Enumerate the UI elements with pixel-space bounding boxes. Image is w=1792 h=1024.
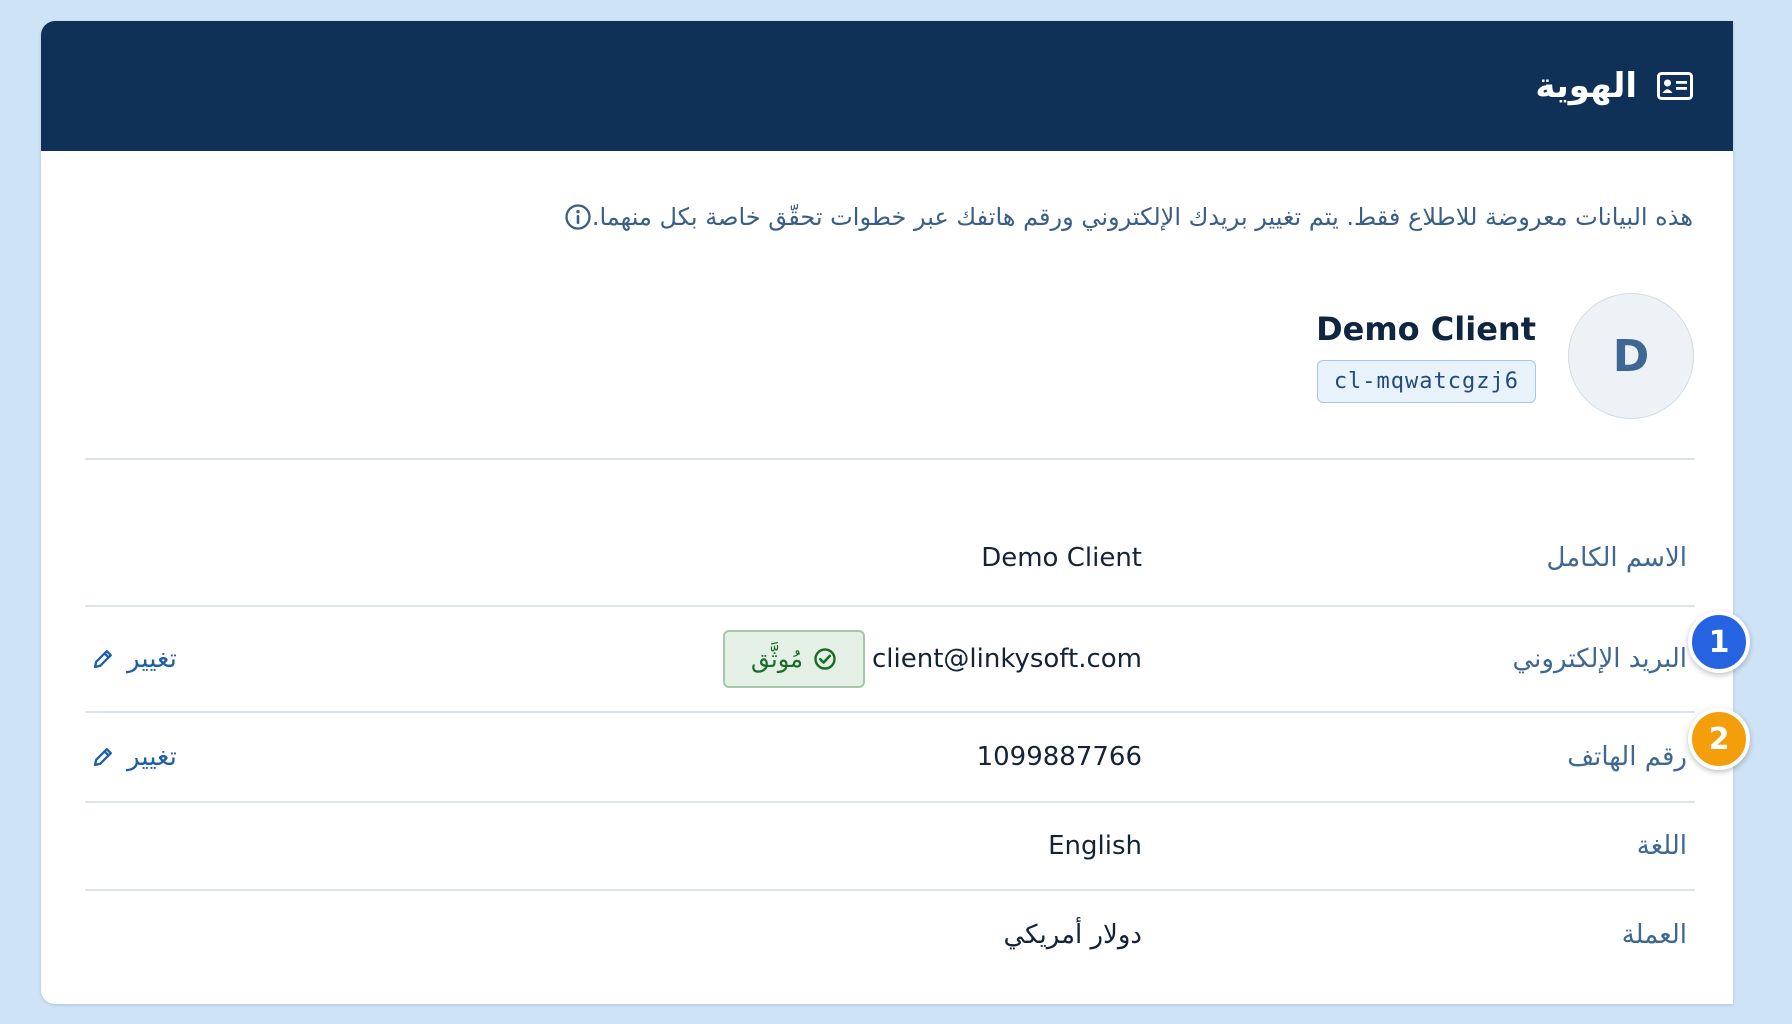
field-row-full-name: الاسم الكامل Demo Client bbox=[85, 511, 1695, 607]
profile-summary: D Demo Client cl-mqwatcgzj6 bbox=[1316, 291, 1694, 421]
field-row-currency: العملة دولار أمريكي bbox=[85, 891, 1695, 979]
info-notice: هذه البيانات معروضة للاطلاع فقط. يتم تغي… bbox=[552, 203, 1693, 231]
profile-info: Demo Client cl-mqwatcgzj6 bbox=[1316, 310, 1536, 403]
verified-label: مُوثَّق bbox=[751, 645, 803, 673]
identity-card: الهوية هذه البيانات معروضة للاطلاع فقط. … bbox=[41, 21, 1733, 1004]
step-marker-2: 2 bbox=[1688, 708, 1750, 770]
pencil-icon bbox=[93, 650, 112, 669]
verified-badge: مُوثَّق bbox=[723, 630, 865, 688]
id-card-icon bbox=[1657, 72, 1693, 100]
card-header: الهوية bbox=[41, 21, 1733, 151]
avatar: D bbox=[1568, 293, 1694, 419]
language-value: English bbox=[1048, 831, 1142, 861]
change-phone-button[interactable]: تغيير bbox=[91, 742, 177, 772]
divider bbox=[85, 458, 1695, 460]
currency-label: العملة bbox=[1621, 920, 1687, 950]
info-text: هذه البيانات معروضة للاطلاع فقط. يتم تغي… bbox=[591, 203, 1693, 231]
change-phone-label: تغيير bbox=[127, 742, 177, 772]
field-row-language: اللغة English bbox=[85, 803, 1695, 891]
full-name-label: الاسم الكامل bbox=[1546, 543, 1687, 573]
client-id-badge: cl-mqwatcgzj6 bbox=[1316, 359, 1536, 403]
profile-name: Demo Client bbox=[1316, 309, 1536, 348]
language-label: اللغة bbox=[1636, 831, 1687, 861]
pencil-icon bbox=[93, 748, 112, 767]
currency-value: دولار أمريكي bbox=[1003, 920, 1142, 950]
step-marker-1: 1 bbox=[1688, 611, 1750, 673]
email-label: البريد الإلكتروني bbox=[1512, 644, 1687, 674]
full-name-value: Demo Client bbox=[981, 543, 1142, 573]
change-email-label: تغيير bbox=[127, 644, 177, 674]
field-row-email: البريد الإلكتروني client@linkysoft.com م… bbox=[85, 607, 1695, 713]
phone-label: رقم الهاتف bbox=[1567, 742, 1687, 772]
change-email-button[interactable]: تغيير bbox=[91, 644, 177, 674]
field-row-phone: رقم الهاتف 1099887766 تغيير bbox=[85, 713, 1695, 803]
phone-value: 1099887766 bbox=[976, 742, 1142, 772]
check-circle-icon bbox=[814, 648, 836, 670]
page-title: الهوية bbox=[1535, 66, 1637, 106]
info-icon bbox=[565, 204, 591, 230]
email-value: client@linkysoft.com bbox=[872, 644, 1142, 674]
